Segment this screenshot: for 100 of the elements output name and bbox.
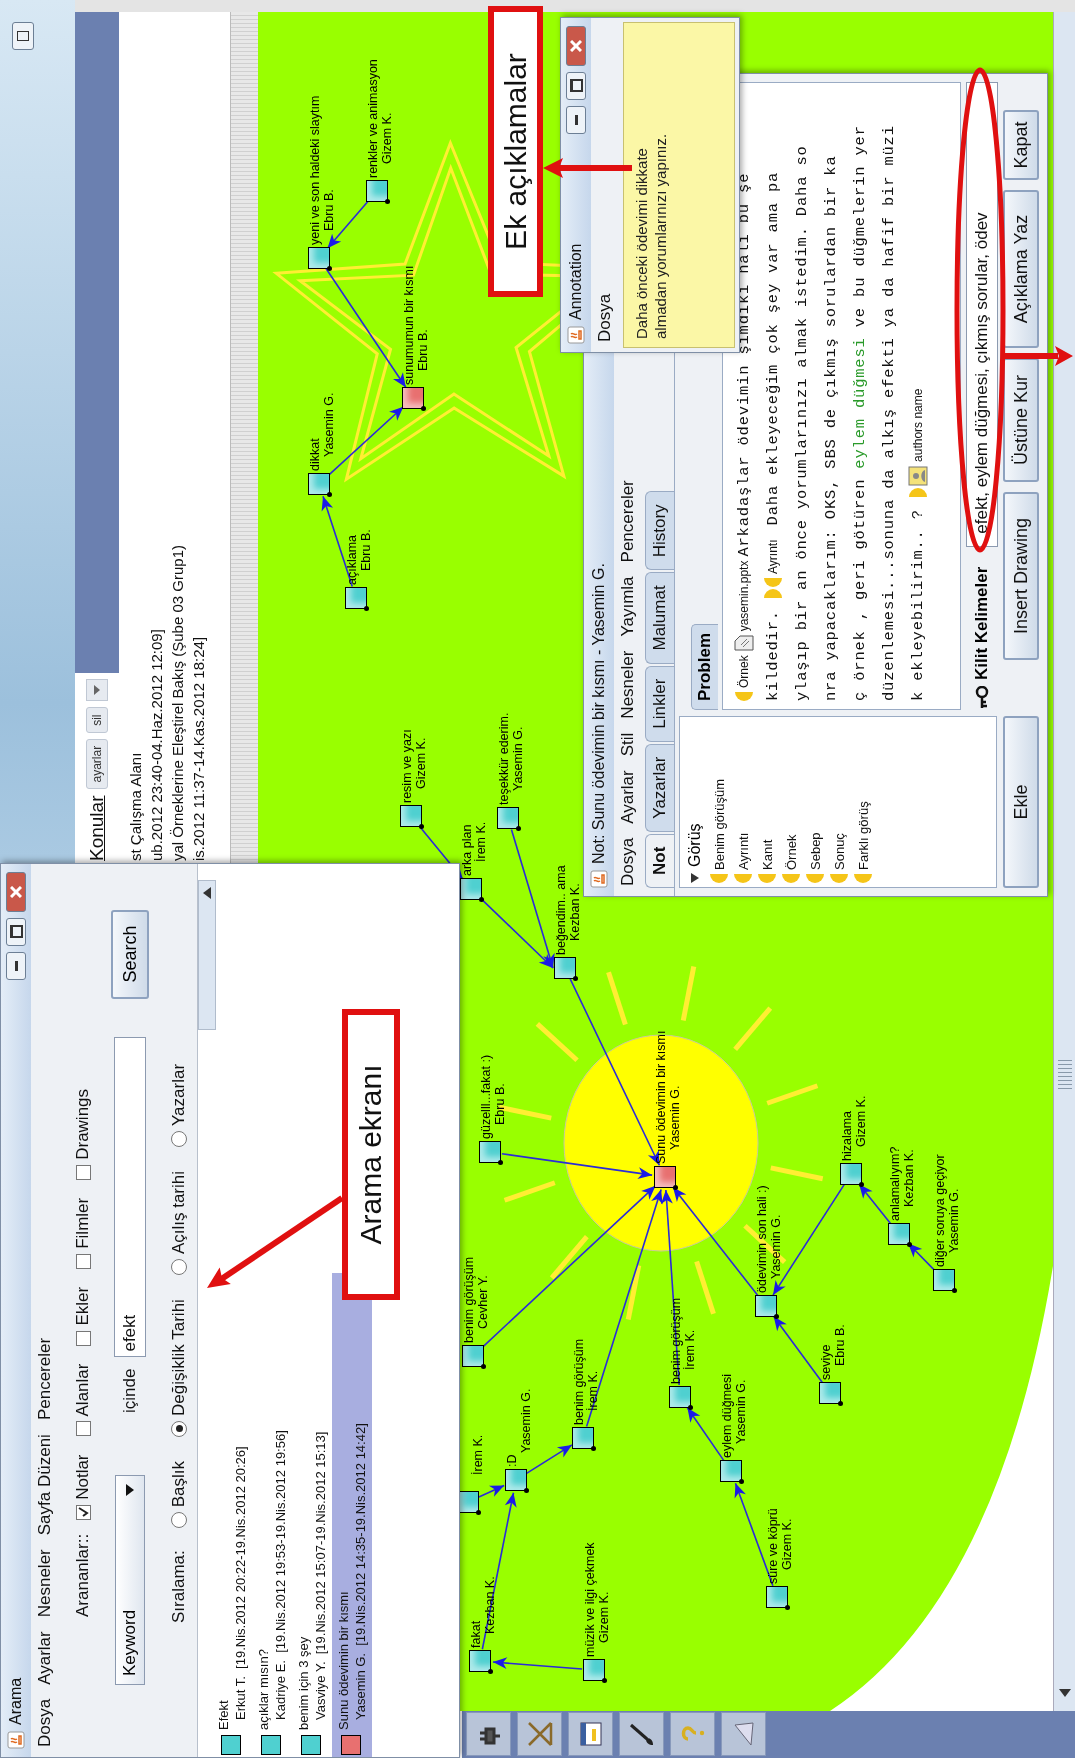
action-button[interactable]: Kapat bbox=[1003, 110, 1039, 180]
radio-button[interactable] bbox=[171, 1420, 187, 1437]
action-button[interactable]: Üstüne Kur bbox=[1003, 358, 1039, 482]
result-item[interactable]: Efekt Erkut T. [19.Nis.2012 20:22-19.Nis.2012 20:26] bbox=[212, 1273, 252, 1757]
maximize-button[interactable] bbox=[6, 918, 26, 946]
tree-item[interactable]: Benim görüşüm bbox=[711, 778, 727, 870]
menu-item[interactable]: Stil bbox=[618, 732, 638, 757]
note-node-icon[interactable] bbox=[819, 1382, 841, 1404]
plug-icon[interactable] bbox=[466, 1712, 511, 1757]
tree-item[interactable]: Örnek bbox=[783, 834, 799, 870]
tree-item[interactable]: Kanıt bbox=[759, 839, 775, 870]
radio-button[interactable] bbox=[171, 1259, 187, 1276]
close-button[interactable] bbox=[566, 26, 586, 66]
minimize-button[interactable] bbox=[6, 952, 26, 980]
note-node-icon[interactable] bbox=[308, 473, 330, 495]
search-field[interactable]: efekt bbox=[114, 1036, 146, 1357]
note-node-icon[interactable] bbox=[505, 1469, 527, 1491]
list-item-text[interactable]: ub.2012 23:40-04.Haz.2012 12:09] bbox=[148, 12, 165, 861]
note-node-icon[interactable] bbox=[888, 1223, 910, 1245]
search-button[interactable]: Search bbox=[111, 909, 149, 999]
menu-item[interactable]: Ayarlar bbox=[618, 770, 638, 824]
note-node-icon[interactable] bbox=[720, 1460, 742, 1482]
maximize-button[interactable] bbox=[566, 72, 586, 100]
minimize-button[interactable] bbox=[566, 106, 586, 134]
screen-icon[interactable] bbox=[721, 1712, 766, 1757]
note-node-icon[interactable] bbox=[766, 1586, 788, 1608]
note-node-icon[interactable] bbox=[402, 387, 424, 409]
header-button[interactable]: sil bbox=[86, 707, 108, 733]
note-node-icon[interactable] bbox=[345, 587, 367, 609]
checkbox[interactable] bbox=[75, 1504, 91, 1520]
tab[interactable]: Not bbox=[645, 833, 674, 888]
note-node-icon[interactable] bbox=[460, 878, 482, 900]
action-button[interactable]: Açıklama Yaz bbox=[1003, 190, 1039, 348]
checkbox[interactable] bbox=[75, 1164, 91, 1180]
list-item-text[interactable]: st Çalışma Alanı bbox=[127, 12, 144, 861]
maximize-button[interactable] bbox=[12, 22, 34, 50]
menu-item[interactable]: Pencereler bbox=[35, 1337, 55, 1421]
header-button[interactable]: ayarlar bbox=[86, 738, 108, 790]
field-dropdown[interactable]: Keyword bbox=[115, 1475, 145, 1685]
radio-button[interactable] bbox=[171, 1512, 187, 1529]
result-item[interactable]: benim için 3 şey Vasviye Y. [19.Nis.2012 15:07-19.Nis.2012 15:13] bbox=[292, 1273, 332, 1757]
menu-item[interactable]: Nesneler bbox=[35, 1549, 55, 1618]
note-node-icon[interactable] bbox=[308, 247, 330, 269]
window-icon[interactable] bbox=[568, 1712, 613, 1757]
result-item[interactable]: açıklar mısın? Kadriye E. [19.Nis.2012 19:53-19.Nis.2012 19:56] bbox=[252, 1273, 292, 1757]
tree-item[interactable]: Görüş bbox=[686, 823, 704, 867]
note-node-icon[interactable] bbox=[462, 1345, 484, 1367]
expand-arrow-icon[interactable] bbox=[691, 873, 699, 883]
radio-button[interactable] bbox=[171, 1130, 187, 1147]
tab[interactable]: Malumat bbox=[645, 572, 674, 664]
annotation-text[interactable]: Daha önceki ödevimi dikkate almadan yorumlarınızı yapınız. bbox=[623, 22, 735, 348]
note-node-icon[interactable] bbox=[755, 1295, 777, 1317]
checkbox[interactable] bbox=[75, 1253, 91, 1269]
menu-item[interactable]: Nesneler bbox=[618, 650, 638, 719]
scrollbar[interactable] bbox=[1053, 12, 1075, 1711]
note-node-icon[interactable] bbox=[840, 1163, 862, 1185]
close-button[interactable] bbox=[6, 872, 26, 912]
note-node-icon[interactable] bbox=[479, 1141, 501, 1163]
tab[interactable]: Problem bbox=[691, 623, 718, 710]
note-node-icon[interactable] bbox=[554, 957, 576, 979]
tree-item[interactable]: Farklı görüş bbox=[855, 801, 871, 870]
note-text-area[interactable] bbox=[722, 82, 961, 710]
tree-item[interactable]: Sonuç bbox=[831, 833, 847, 870]
menu-item[interactable]: Dosya bbox=[618, 837, 638, 886]
note-node-icon[interactable] bbox=[469, 1650, 491, 1672]
menu-item[interactable]: Pencereler bbox=[618, 480, 638, 563]
checkbox[interactable] bbox=[75, 1421, 91, 1437]
brush-icon[interactable] bbox=[619, 1712, 664, 1757]
close-icon[interactable] bbox=[570, 40, 582, 52]
action-button[interactable]: Insert Drawing bbox=[1003, 492, 1039, 660]
menu-item[interactable]: Dosya bbox=[35, 1698, 55, 1747]
note-node-icon[interactable] bbox=[572, 1427, 594, 1449]
tab[interactable]: Yazarlar bbox=[645, 743, 674, 832]
topics-link[interactable]: Konular bbox=[86, 795, 108, 863]
drawing-tools-icon[interactable] bbox=[517, 1712, 562, 1757]
note-node-icon[interactable] bbox=[933, 1269, 955, 1291]
close-icon[interactable] bbox=[10, 886, 22, 898]
tree-item[interactable]: Sebep bbox=[807, 832, 823, 870]
scrollbar[interactable] bbox=[198, 880, 216, 1030]
dropdown-button[interactable] bbox=[86, 679, 108, 702]
list-item-text[interactable]: yal Örneklerine Eleştirel Bakış (Şube 03 Grup1) bbox=[169, 12, 186, 861]
file-name[interactable]: yasemin.pptx bbox=[736, 560, 751, 632]
note-node-icon[interactable] bbox=[497, 807, 519, 829]
add-button[interactable]: Ekle bbox=[1003, 716, 1039, 888]
tab[interactable]: Linkler bbox=[645, 665, 674, 742]
menu-item[interactable]: Yayımla bbox=[618, 576, 638, 637]
menu-item[interactable]: Sayfa Düzeni bbox=[35, 1434, 55, 1536]
note-node-icon[interactable] bbox=[366, 180, 388, 202]
note-node-icon[interactable] bbox=[583, 1659, 605, 1681]
checkbox[interactable] bbox=[75, 1330, 91, 1346]
tab[interactable]: History bbox=[645, 491, 674, 571]
note-node-icon[interactable] bbox=[400, 805, 422, 827]
tree-item[interactable]: Ayrıntı bbox=[735, 832, 751, 870]
menu-item[interactable]: Ayarlar bbox=[35, 1631, 55, 1685]
keywords-field[interactable]: efekt, eylem düğmesi, çıkmış sorular, ödev bbox=[966, 82, 998, 547]
list-item-text[interactable]: is.2012 11:37-14.Kas.2012 18:24] bbox=[190, 12, 207, 861]
result-item[interactable]: Sunu ödevimin bir kısmı Yasemin G. [19.Nis.2012 14:35-19.Nis.2012 14:42] bbox=[332, 1273, 372, 1757]
note-node-icon[interactable] bbox=[669, 1386, 691, 1408]
menu-item[interactable]: Dosya bbox=[595, 293, 615, 342]
note-node-icon[interactable] bbox=[654, 1166, 676, 1188]
